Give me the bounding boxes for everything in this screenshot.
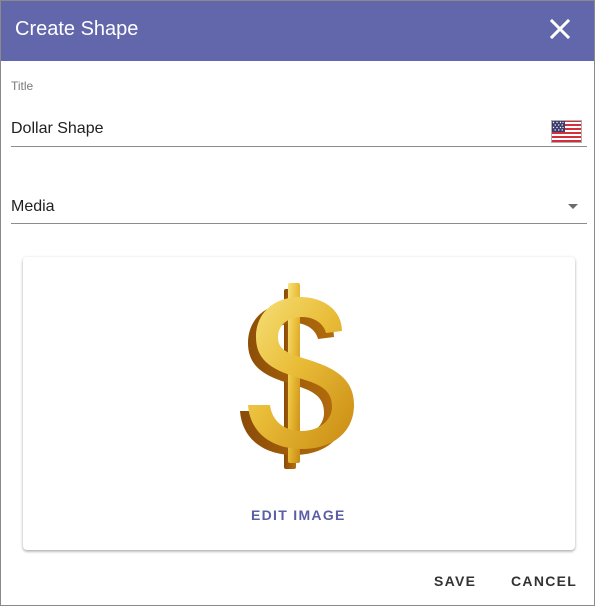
media-field-underline (11, 223, 587, 224)
dollar-sign-image (240, 283, 354, 469)
dialog-title: Create Shape (15, 18, 139, 40)
dropdown-arrow-icon[interactable] (568, 204, 578, 209)
create-shape-dialog: Create Shape Title Media (0, 0, 595, 606)
edit-image-button[interactable]: EDIT IMAGE (251, 507, 346, 523)
save-button[interactable]: SAVE (434, 573, 476, 589)
cancel-button[interactable]: CANCEL (511, 573, 577, 589)
media-select-value: Media (11, 198, 55, 215)
image-preview-card: EDIT IMAGE (23, 257, 575, 550)
title-field-label: Title (11, 79, 34, 93)
us-flag-icon[interactable] (551, 120, 582, 143)
close-icon[interactable] (547, 16, 573, 42)
dialog-header: Create Shape (1, 1, 594, 61)
media-select[interactable] (11, 189, 587, 224)
title-field-underline (11, 146, 587, 147)
title-input[interactable] (11, 117, 551, 141)
